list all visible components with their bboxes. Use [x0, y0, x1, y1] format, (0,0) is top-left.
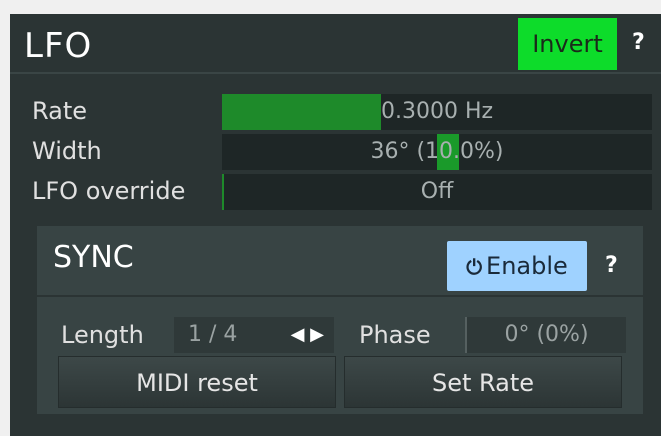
- lfo-help-button[interactable]: ?: [632, 30, 645, 55]
- lfo-title: LFO: [24, 26, 93, 66]
- sync-help-button[interactable]: ?: [605, 253, 618, 278]
- sync-enable-button[interactable]: ⏻ Enable: [447, 241, 587, 291]
- phase-value: 0° (0%): [504, 322, 589, 347]
- set-rate-button[interactable]: Set Rate: [344, 356, 622, 408]
- length-label: Length: [61, 321, 144, 349]
- length-selector[interactable]: 1 / 4 ◀ ▶: [174, 317, 334, 353]
- width-slider[interactable]: 36° (10.0%): [222, 134, 652, 170]
- sync-title: SYNC: [53, 240, 134, 275]
- sync-divider: [37, 295, 643, 297]
- rate-label: Rate: [32, 97, 88, 125]
- invert-button[interactable]: Invert: [518, 18, 617, 70]
- phase-label: Phase: [359, 321, 431, 349]
- lfo-override-slider[interactable]: Off: [222, 174, 652, 210]
- sync-panel: SYNC ⏻ Enable ? Length 1 / 4 ◀ ▶ Phase 0°…: [37, 226, 643, 414]
- phase-slider[interactable]: 0° (0%): [465, 317, 626, 353]
- power-icon: ⏻: [466, 255, 483, 279]
- length-arrows-icon[interactable]: ◀ ▶: [291, 317, 324, 353]
- length-value: 1 / 4: [188, 322, 238, 347]
- lfo-override-value: Off: [420, 179, 454, 204]
- width-label: Width: [32, 137, 102, 165]
- enable-label: Enable: [486, 252, 568, 280]
- width-value: 36° (10.0%): [370, 139, 504, 164]
- lfo-panel: LFO Invert ? Rate 0.3000 Hz Width 36° (1…: [10, 14, 661, 436]
- rate-slider[interactable]: 0.3000 Hz: [222, 94, 652, 130]
- lfo-override-label: LFO override: [32, 177, 186, 205]
- rate-value: 0.3000 Hz: [380, 99, 494, 124]
- midi-reset-button[interactable]: MIDI reset: [58, 356, 336, 408]
- title-divider: [10, 72, 661, 74]
